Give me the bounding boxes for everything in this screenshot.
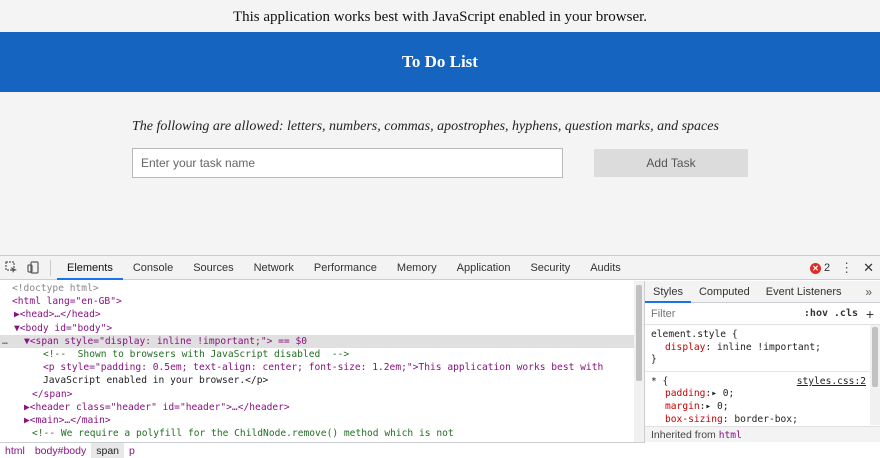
dom-text: </span> bbox=[32, 388, 73, 400]
dom-node[interactable]: ▶<head>…</head> bbox=[0, 308, 644, 321]
dom-node[interactable]: <!-- We require a polyfill for the Child… bbox=[0, 427, 644, 440]
app-header: To Do List bbox=[0, 32, 880, 92]
property-name: margin bbox=[665, 400, 700, 412]
dom-node[interactable]: <!doctype html> bbox=[0, 282, 644, 295]
styles-sidebar: Styles Computed Event Listeners » :hov .… bbox=[645, 281, 880, 442]
tab-network[interactable]: Network bbox=[244, 256, 304, 280]
more-tabs-icon[interactable]: » bbox=[865, 281, 872, 303]
add-task-button[interactable]: Add Task bbox=[594, 149, 748, 177]
dom-breadcrumb: html body#body span p bbox=[0, 442, 645, 458]
inherited-from-section: Inherited from html bbox=[645, 426, 880, 442]
tab-event-listeners[interactable]: Event Listeners bbox=[758, 281, 850, 303]
error-counter[interactable]: ✕ 2 bbox=[809, 262, 831, 274]
dom-text: ▶<head>…</head> bbox=[14, 309, 101, 321]
tab-sources[interactable]: Sources bbox=[183, 256, 243, 280]
tab-security[interactable]: Security bbox=[520, 256, 580, 280]
dom-text: <!-- We require a polyfill for the Child… bbox=[32, 428, 454, 440]
dom-text: ▼<span style="display: inline !important… bbox=[24, 335, 308, 347]
dom-node[interactable]: </span> bbox=[0, 388, 644, 401]
dom-text: JavaScript enabled in your browser.</p> bbox=[43, 375, 269, 387]
styles-filter-input[interactable] bbox=[651, 307, 761, 320]
dom-node[interactable]: ▶<header class="header" id="header">…</h… bbox=[0, 401, 644, 414]
tab-performance[interactable]: Performance bbox=[304, 256, 387, 280]
property-value: : border-box; bbox=[722, 413, 798, 425]
styles-filter-bar: :hov .cls + bbox=[645, 303, 880, 325]
property-value: :▸ 0; bbox=[699, 400, 729, 412]
error-icon: ✕ bbox=[809, 262, 821, 274]
elements-tree: <!doctype html> <html lang="en-GB"> ▶<he… bbox=[0, 281, 645, 442]
class-toggle[interactable]: .cls bbox=[834, 308, 858, 319]
dom-text: <html lang="en-GB"> bbox=[12, 296, 122, 308]
inspect-element-icon[interactable] bbox=[0, 256, 22, 280]
dom-text: <!-- Shown to browsers with JavaScript d… bbox=[43, 348, 350, 360]
main-content: The following are allowed: letters, numb… bbox=[0, 92, 880, 255]
ellipsis-icon[interactable]: … bbox=[2, 335, 8, 348]
new-rule-icon[interactable]: + bbox=[866, 306, 874, 322]
rule-declaration[interactable]: padding:▸ 0; bbox=[651, 388, 874, 401]
dom-node[interactable]: <html lang="en-GB"> bbox=[0, 295, 644, 308]
breadcrumb-body[interactable]: body#body bbox=[30, 443, 91, 458]
breadcrumb-p[interactable]: p bbox=[124, 443, 140, 458]
scrollbar-thumb[interactable] bbox=[872, 327, 878, 387]
rule-close: } bbox=[651, 354, 657, 366]
error-count: 2 bbox=[823, 262, 831, 274]
noscript-message: This application works best with JavaScr… bbox=[0, 0, 880, 32]
toolbar-right: ✕ 2 ⋮ ✕ bbox=[809, 256, 874, 280]
inherited-tag-link[interactable]: html bbox=[719, 430, 742, 441]
devtools-body: <!doctype html> <html lang="en-GB"> ▶<he… bbox=[0, 281, 880, 442]
rule-declaration[interactable]: display: inline !important; bbox=[651, 342, 874, 355]
dom-text: ▼<body id="body"> bbox=[14, 322, 113, 334]
tab-application[interactable]: Application bbox=[447, 256, 521, 280]
tab-computed[interactable]: Computed bbox=[691, 281, 758, 303]
style-rule-element: element.style { display: inline !importa… bbox=[645, 325, 880, 372]
dom-node[interactable]: ▼<body id="body"> bbox=[0, 322, 644, 335]
rule-source-link[interactable]: styles.css:2 bbox=[797, 376, 866, 389]
styles-scrollbar[interactable] bbox=[870, 325, 880, 425]
styles-tabs: Styles Computed Event Listeners » bbox=[645, 281, 880, 303]
dom-node[interactable]: JavaScript enabled in your browser.</p> bbox=[0, 374, 644, 387]
task-name-input[interactable] bbox=[132, 148, 563, 178]
dom-text: <!doctype html> bbox=[12, 283, 99, 294]
toolbar-divider bbox=[50, 259, 51, 276]
inherited-label: Inherited from bbox=[651, 429, 716, 441]
dom-text: ▶<header class="header" id="header">…</h… bbox=[24, 401, 290, 413]
devtools-panel: Elements Console Sources Network Perform… bbox=[0, 255, 880, 458]
tab-elements[interactable]: Elements bbox=[57, 256, 123, 280]
close-devtools-icon[interactable]: ✕ bbox=[863, 260, 874, 276]
property-name: padding bbox=[665, 388, 706, 400]
property-name: box-sizing bbox=[665, 413, 723, 425]
dom-text: <p style="padding: 0.5em; text-align: ce… bbox=[43, 362, 604, 374]
dom-node[interactable]: <p style="padding: 0.5em; text-align: ce… bbox=[0, 361, 644, 374]
allowed-characters-hint: The following are allowed: letters, numb… bbox=[132, 119, 719, 134]
dom-text: ▶<main>…</main> bbox=[24, 414, 111, 426]
elements-scrollbar[interactable] bbox=[634, 281, 644, 442]
device-toolbar-icon[interactable] bbox=[22, 256, 44, 280]
rule-declaration[interactable]: margin:▸ 0; bbox=[651, 401, 874, 414]
more-options-icon[interactable]: ⋮ bbox=[840, 260, 853, 276]
tab-console[interactable]: Console bbox=[123, 256, 183, 280]
dom-node-selected[interactable]: … ▼<span style="display: inline !importan… bbox=[0, 334, 644, 348]
dom-node[interactable]: <!-- Shown to browsers with JavaScript d… bbox=[0, 348, 644, 361]
tab-memory[interactable]: Memory bbox=[387, 256, 447, 280]
app-title: To Do List bbox=[402, 52, 478, 71]
scrollbar-thumb[interactable] bbox=[636, 285, 642, 381]
property-value: :▸ 0; bbox=[705, 388, 735, 400]
breadcrumb-html[interactable]: html bbox=[0, 443, 30, 458]
devtools-toolbar: Elements Console Sources Network Perform… bbox=[0, 256, 880, 280]
rule-selector: element.style { bbox=[651, 329, 738, 340]
property-value: : inline !important; bbox=[705, 341, 821, 353]
breadcrumb-span[interactable]: span bbox=[91, 442, 125, 458]
tab-audits[interactable]: Audits bbox=[580, 256, 631, 280]
hover-state-toggle[interactable]: :hov bbox=[804, 308, 828, 319]
rule-declaration[interactable]: box-sizing: border-box; bbox=[651, 414, 874, 427]
dom-node[interactable]: ▶<main>…</main> bbox=[0, 414, 644, 427]
property-name: display bbox=[665, 341, 706, 353]
tab-styles[interactable]: Styles bbox=[645, 281, 691, 303]
